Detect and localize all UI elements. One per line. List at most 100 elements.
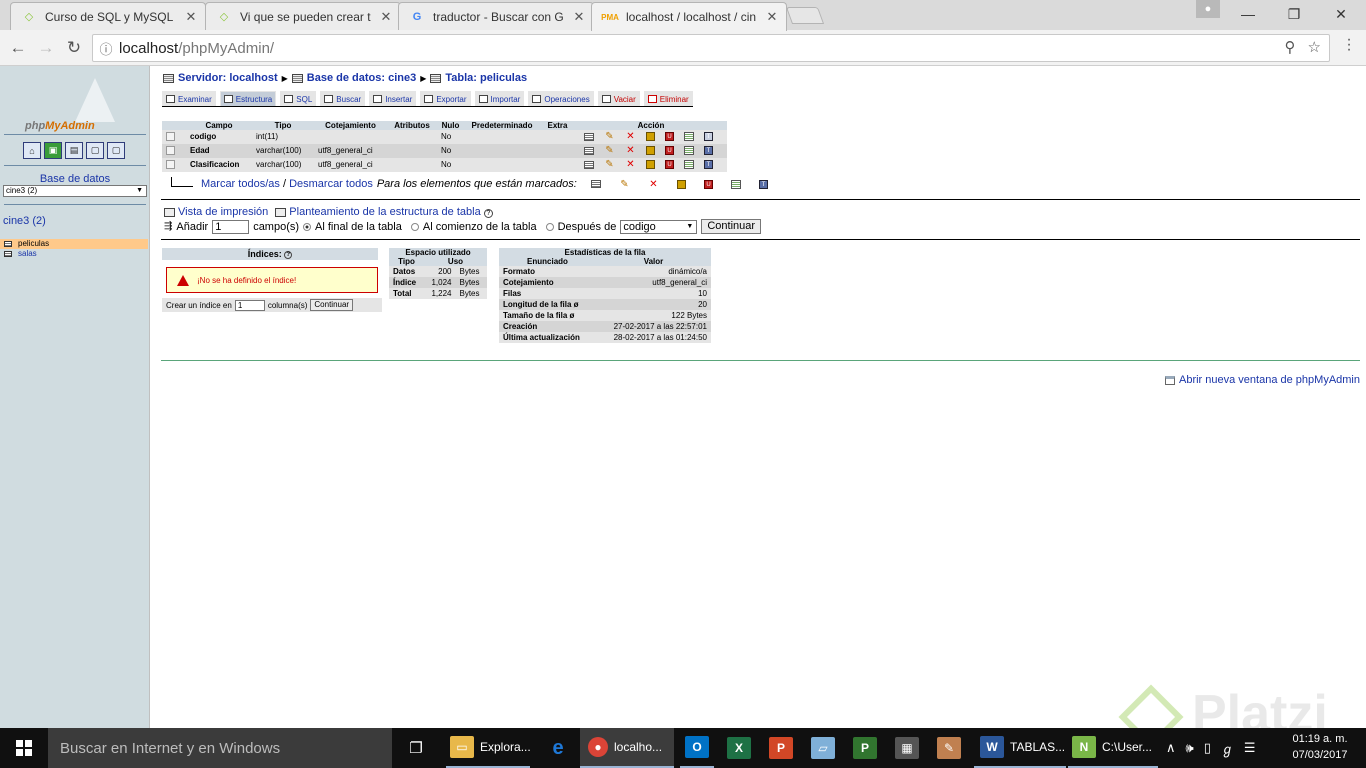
taskbar-item-word[interactable]: W TABLAS... <box>974 728 1066 768</box>
row-checkbox[interactable] <box>166 146 175 156</box>
taskbar-item-notes[interactable]: ▱ <box>806 728 840 768</box>
fulltext-icon[interactable]: T <box>704 146 713 156</box>
system-clock[interactable]: 01:19 a. m. 07/03/2017 <box>1287 731 1353 763</box>
tab-estructura[interactable]: Estructura <box>219 91 277 106</box>
browse-selected-icon[interactable] <box>591 180 601 188</box>
sql-query-window-icon[interactable]: ▣ <box>44 142 62 159</box>
index-icon[interactable] <box>684 146 694 156</box>
radio-after-field[interactable] <box>545 222 554 231</box>
tab-vaciar[interactable]: Vaciar <box>597 91 640 106</box>
phpmyadmin-logo[interactable]: phpMyAdmin <box>25 74 125 132</box>
index-icon[interactable] <box>684 132 694 142</box>
reload-nav-icon[interactable]: ▢ <box>107 142 125 159</box>
index-columns-input[interactable] <box>234 299 265 311</box>
home-icon[interactable]: ⌂ <box>23 142 41 159</box>
taskbar-search[interactable]: Buscar en Internet y en Windows <box>48 728 392 768</box>
unique-icon[interactable]: U <box>665 160 674 170</box>
tab-insertar[interactable]: Insertar <box>369 91 417 106</box>
add-field-count-input[interactable] <box>212 219 250 234</box>
help-icon[interactable]: ? <box>483 209 493 218</box>
back-arrow-icon[interactable]: ← <box>7 37 29 59</box>
browser-tab-traductor[interactable]: G traductor - Buscar con G ✕ <box>398 2 594 30</box>
drop-x-icon[interactable]: ✕ <box>625 159 636 170</box>
unique-icon[interactable]: U <box>665 132 674 142</box>
minimize-icon[interactable]: — <box>1225 0 1271 28</box>
relation-view-link[interactable]: Planteamiento de la estructura de tabla … <box>275 206 493 218</box>
database-select[interactable]: cine3 (2) ▼ <box>3 185 147 197</box>
maximize-icon[interactable]: ❐ <box>1271 0 1317 28</box>
radio-start-of-table[interactable] <box>410 222 419 231</box>
radio-end-of-table[interactable] <box>303 222 312 231</box>
volume-icon[interactable]: 🕪 <box>1186 740 1194 756</box>
zoom-icon[interactable]: ⚲ <box>1285 38 1296 56</box>
taskbar-item-notepadpp[interactable]: N C:\User... <box>1068 728 1158 768</box>
address-bar[interactable]: ⓘ localhost /phpMyAdmin/ ⚲ ☆ <box>92 34 1330 62</box>
documentation-icon[interactable]: ▤ <box>65 142 83 159</box>
breadcrumb-server[interactable]: Servidor: localhost <box>178 72 278 84</box>
taskbar-item-edge[interactable]: e <box>540 728 576 768</box>
sidebar-table-peliculas[interactable]: peliculas <box>0 239 148 249</box>
drop-x-icon[interactable]: ✕ <box>625 145 636 156</box>
check-all-link[interactable]: Marcar todos/as <box>201 178 280 190</box>
new-window-link[interactable]: Abrir nueva ventana de phpMyAdmin <box>1165 374 1360 386</box>
reload-icon[interactable]: ↻ <box>63 37 85 59</box>
task-view-button[interactable]: ❐ <box>400 728 432 768</box>
start-button[interactable] <box>0 728 48 768</box>
tab-examinar[interactable]: Examinar <box>162 91 216 106</box>
uncheck-all-link[interactable]: Desmarcar todos <box>289 178 373 190</box>
row-checkbox[interactable] <box>166 160 175 170</box>
user-profile-icon[interactable]: ● <box>1196 0 1220 18</box>
edit-pencil-icon[interactable]: ✎ <box>604 131 615 142</box>
close-tab-icon[interactable]: ✕ <box>764 9 780 25</box>
close-tab-icon[interactable]: ✕ <box>378 9 394 25</box>
tab-exportar[interactable]: Exportar <box>420 91 471 106</box>
close-window-icon[interactable]: ✕ <box>1318 0 1364 28</box>
tab-importar[interactable]: Importar <box>474 91 525 106</box>
tab-sql[interactable]: SQL <box>280 91 317 106</box>
add-field-continue-button[interactable]: Continuar <box>701 219 762 234</box>
print-view-link[interactable]: Vista de impresión <box>164 206 268 218</box>
unique-icon[interactable]: U <box>665 146 674 156</box>
fulltext-icon[interactable]: T <box>704 132 713 142</box>
edit-selected-icon[interactable]: ✎ <box>619 180 630 190</box>
edit-pencil-icon[interactable]: ✎ <box>604 145 615 156</box>
network-icon[interactable]: ▯ <box>1204 740 1211 756</box>
tab-eliminar[interactable]: Eliminar <box>643 91 693 106</box>
row-checkbox[interactable] <box>166 132 175 142</box>
breadcrumb-database[interactable]: Base de datos: cine3 <box>307 72 416 84</box>
edit-pencil-icon[interactable]: ✎ <box>604 159 615 170</box>
after-field-select[interactable]: codigo ▼ <box>620 219 698 234</box>
taskbar-item-excel[interactable]: X <box>722 728 756 768</box>
primary-selected-icon[interactable] <box>677 180 686 189</box>
fulltext-icon[interactable]: T <box>704 160 713 170</box>
browser-tab-localhost[interactable]: PMA localhost / localhost / cin ✕ <box>591 2 787 31</box>
unique-selected-icon[interactable]: U <box>704 180 713 189</box>
primary-key-icon[interactable] <box>646 146 655 156</box>
browser-tab-vi-que[interactable]: ◇ Vi que se pueden crear t ✕ <box>205 2 401 30</box>
forward-arrow-icon[interactable]: → <box>35 37 57 59</box>
bookmark-star-icon[interactable]: ☆ <box>1308 38 1321 56</box>
primary-key-icon[interactable] <box>646 132 655 142</box>
new-tab-button[interactable] <box>785 7 825 24</box>
help-icon[interactable]: ? <box>284 250 293 259</box>
browse-distinct-icon[interactable] <box>584 132 594 141</box>
drop-selected-icon[interactable]: ✕ <box>648 180 659 190</box>
browser-tab-curso[interactable]: ◇ Curso de SQL y MySQL ✕ <box>10 2 206 30</box>
sidebar-table-salas[interactable]: salas <box>0 249 148 259</box>
database-link[interactable]: cine3 (2) <box>3 215 46 227</box>
fulltext-selected-icon[interactable]: T <box>759 180 768 189</box>
tab-buscar[interactable]: Buscar <box>320 91 366 106</box>
primary-key-icon[interactable] <box>646 160 655 170</box>
tab-operaciones[interactable]: Operaciones <box>528 91 594 106</box>
close-tab-icon[interactable]: ✕ <box>571 9 587 25</box>
drop-x-icon[interactable]: ✕ <box>625 131 636 142</box>
notifications-icon[interactable]: ☰ <box>1244 740 1256 756</box>
index-icon[interactable] <box>684 160 694 170</box>
create-index-continue-button[interactable]: Continuar <box>310 299 354 311</box>
taskbar-item-explorer[interactable]: ▭ Explora... <box>446 728 531 768</box>
taskbar-item-chrome[interactable]: ● localho... <box>580 728 674 768</box>
taskbar-item-paint[interactable]: ✎ <box>932 728 966 768</box>
browser-menu-icon[interactable]: · · · <box>1342 32 1356 58</box>
close-tab-icon[interactable]: ✕ <box>183 9 199 25</box>
info-icon[interactable]: ⓘ <box>93 39 119 58</box>
